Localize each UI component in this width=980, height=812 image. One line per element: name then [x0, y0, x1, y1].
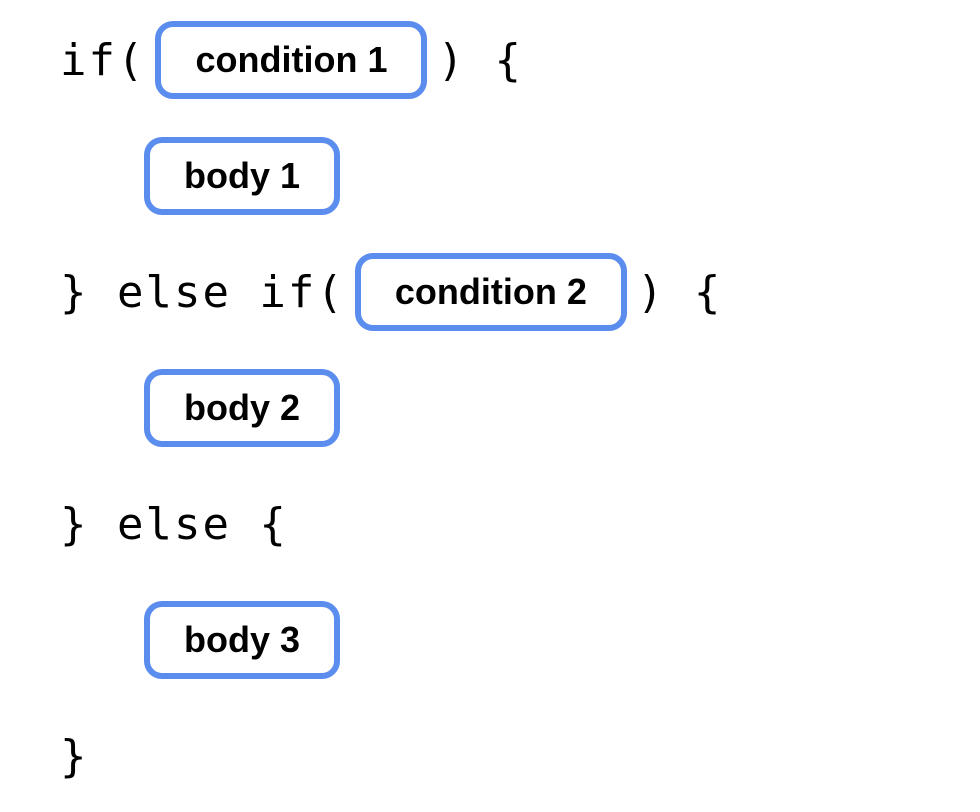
- keyword-else-if: } else if(: [60, 267, 345, 318]
- if-else-diagram: if( condition 1 ) { body 1 } else if( co…: [60, 20, 920, 792]
- line-if: if( condition 1 ) {: [60, 20, 920, 100]
- slot-condition-1: condition 1: [155, 21, 427, 99]
- paren-brace-2: ) {: [637, 267, 722, 318]
- slot-body-3: body 3: [144, 601, 340, 679]
- slot-body-1: body 1: [144, 137, 340, 215]
- keyword-else: } else {: [60, 499, 288, 550]
- line-body-2: body 2: [60, 368, 920, 448]
- slot-body-2: body 2: [144, 369, 340, 447]
- line-else: } else {: [60, 484, 920, 564]
- line-body-1: body 1: [60, 136, 920, 216]
- slot-condition-2: condition 2: [355, 253, 627, 331]
- line-else-if: } else if( condition 2 ) {: [60, 252, 920, 332]
- line-body-3: body 3: [60, 600, 920, 680]
- close-brace: }: [60, 731, 89, 782]
- keyword-if-open: if(: [60, 35, 145, 86]
- paren-brace-1: ) {: [437, 35, 522, 86]
- line-close: }: [60, 716, 920, 796]
